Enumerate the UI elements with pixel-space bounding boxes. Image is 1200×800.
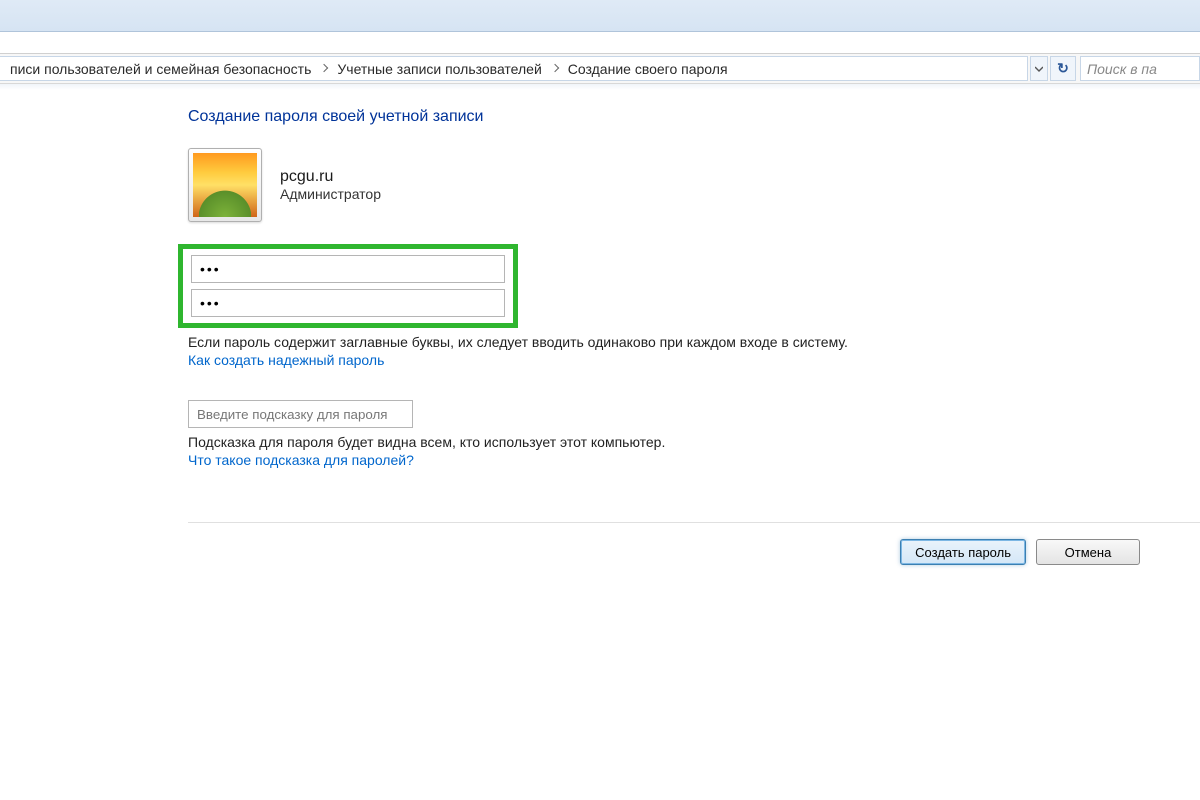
password-confirm-input[interactable]	[191, 289, 505, 317]
search-placeholder: Поиск в па	[1087, 61, 1157, 77]
chevron-right-icon	[550, 64, 560, 74]
breadcrumb-dropdown-button[interactable]	[1030, 56, 1048, 81]
window-spacer	[0, 32, 1200, 54]
chevron-right-icon	[319, 64, 329, 74]
address-bar: писи пользователей и семейная безопаснос…	[0, 54, 1200, 84]
breadcrumb-item-family-safety[interactable]: писи пользователей и семейная безопаснос…	[6, 61, 315, 77]
user-role: Администратор	[280, 186, 381, 202]
window-titlebar	[0, 0, 1200, 32]
hint-visibility-note: Подсказка для пароля будет видна всем, к…	[188, 434, 1200, 450]
password-input[interactable]	[191, 255, 505, 283]
page-title: Создание пароля своей учетной записи	[188, 108, 1200, 126]
content-area: Создание пароля своей учетной записи pcg…	[0, 90, 1200, 565]
user-block: pcgu.ru Администратор	[188, 148, 1200, 222]
button-row: Создать пароль Отмена	[188, 523, 1200, 565]
user-labels: pcgu.ru Администратор	[280, 168, 381, 202]
breadcrumb-item-user-accounts[interactable]: Учетные записи пользователей	[333, 61, 545, 77]
refresh-icon: ↻	[1057, 60, 1069, 77]
refresh-button[interactable]: ↻	[1050, 56, 1076, 81]
cancel-button[interactable]: Отмена	[1036, 539, 1140, 565]
breadcrumb-item-create-password[interactable]: Создание своего пароля	[564, 61, 732, 77]
avatar	[188, 148, 262, 222]
user-name: pcgu.ru	[280, 168, 381, 186]
password-hint-input[interactable]	[188, 400, 413, 428]
strong-password-help-link[interactable]: Как создать надежный пароль	[188, 352, 384, 368]
password-fields-highlight	[178, 244, 518, 328]
create-password-button[interactable]: Создать пароль	[900, 539, 1026, 565]
chevron-down-icon	[1035, 65, 1043, 73]
caps-warning-text: Если пароль содержит заглавные буквы, их…	[188, 334, 1200, 350]
password-hint-help-link[interactable]: Что такое подсказка для паролей?	[188, 452, 414, 468]
breadcrumb[interactable]: писи пользователей и семейная безопаснос…	[0, 56, 1028, 81]
search-input[interactable]: Поиск в па	[1080, 56, 1200, 81]
avatar-image	[193, 153, 257, 217]
